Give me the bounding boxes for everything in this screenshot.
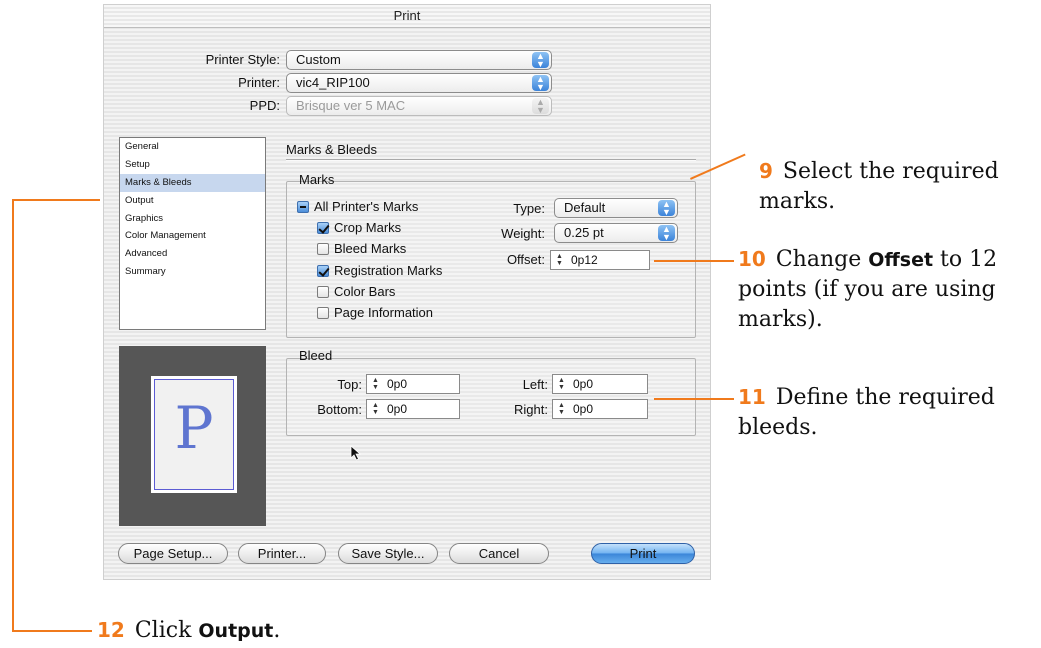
- weight-value: 0.25 pt: [564, 225, 604, 240]
- registration-marks-checkbox[interactable]: [317, 265, 329, 277]
- bleed-left-field[interactable]: ▲ ▼ 0p0: [552, 374, 648, 394]
- all-printers-marks-checkbox[interactable]: [297, 201, 309, 213]
- printer-button[interactable]: Printer...: [238, 543, 326, 564]
- ppd-value: Brisque ver 5 MAC: [296, 98, 406, 113]
- print-dialog: Print Printer Style: Custom ▲ ▼ Printer: …: [103, 4, 711, 580]
- ppd-label: PPD:: [249, 98, 280, 113]
- marks-group-title: Marks: [299, 172, 335, 187]
- callout-10-pre: Change: [775, 247, 869, 272]
- bleed-group: [286, 358, 696, 436]
- bleed-bottom-value: 0p0: [387, 402, 408, 416]
- category-item-color-management[interactable]: Color Management: [120, 227, 265, 245]
- ppd-popup: Brisque ver 5 MAC ▲ ▼: [286, 96, 552, 116]
- bleed-top-value: 0p0: [387, 377, 408, 391]
- printer-style-value: Custom: [296, 52, 341, 67]
- section-title: Marks & Bleeds: [286, 142, 378, 157]
- printer-label: Printer:: [238, 75, 280, 90]
- crop-marks-checkbox[interactable]: [317, 222, 329, 234]
- callout-10-number: 10: [738, 247, 766, 271]
- bleed-left-value: 0p0: [573, 377, 594, 391]
- type-value: Default: [564, 200, 606, 215]
- bleed-group-title: Bleed: [299, 348, 333, 363]
- popup-arrows-icon: ▲ ▼: [532, 98, 549, 115]
- printer-popup[interactable]: vic4_RIP100 ▲ ▼: [286, 73, 552, 93]
- stepper-icon[interactable]: ▲ ▼: [555, 402, 568, 416]
- callout-12-leader-bottom: [12, 630, 92, 632]
- save-style-button[interactable]: Save Style...: [338, 543, 438, 564]
- preview-letter: P: [174, 394, 214, 462]
- callout-10: 10 Change Offset to 12 points (if you are…: [738, 244, 1038, 335]
- callout-11-leader: [654, 398, 734, 400]
- callout-10-leader: [654, 260, 734, 262]
- category-item-advanced[interactable]: Advanced: [120, 245, 265, 263]
- category-item-general[interactable]: General: [120, 138, 265, 156]
- offset-field[interactable]: ▲ ▼ 0p12: [550, 250, 650, 270]
- callout-11: 11 Define the required bleeds.: [738, 382, 1033, 443]
- popup-arrows-icon: ▲ ▼: [532, 75, 549, 92]
- callout-11-number: 11: [738, 385, 766, 409]
- callout-12-number: 12: [97, 618, 125, 642]
- preview-page-bleed: P: [154, 379, 234, 490]
- stepper-icon[interactable]: ▲ ▼: [553, 253, 566, 267]
- section-divider: [286, 159, 696, 161]
- page-information-checkbox[interactable]: [317, 307, 329, 319]
- preview-page: P: [151, 376, 237, 493]
- dialog-title: Print: [104, 5, 710, 28]
- bleed-bottom-label: Bottom:: [317, 402, 362, 417]
- registration-marks-label: Registration Marks: [334, 263, 443, 278]
- callout-12-pre: Click: [134, 618, 199, 643]
- stepper-icon[interactable]: ▲ ▼: [555, 377, 568, 391]
- callout-12: 12 Click Output.: [97, 615, 497, 646]
- callout-12-bold: Output: [198, 620, 274, 642]
- color-bars-checkbox[interactable]: [317, 286, 329, 298]
- popup-arrows-icon: ▲ ▼: [658, 225, 675, 242]
- callout-9-number: 9: [759, 159, 773, 183]
- mouse-pointer-icon: [350, 445, 362, 461]
- category-item-marks-bleeds[interactable]: Marks & Bleeds: [120, 173, 265, 192]
- popup-arrows-icon: ▲ ▼: [658, 200, 675, 217]
- bleed-marks-checkbox[interactable]: [317, 243, 329, 255]
- category-item-output[interactable]: Output: [120, 192, 265, 210]
- category-item-setup[interactable]: Setup: [120, 156, 265, 174]
- bleed-left-label: Left:: [522, 377, 548, 392]
- printer-style-popup[interactable]: Custom ▲ ▼: [286, 50, 552, 70]
- page-preview: P: [119, 346, 266, 526]
- callout-12-leader-top: [12, 199, 100, 201]
- print-button[interactable]: Print: [591, 543, 695, 564]
- type-label: Type:: [513, 201, 545, 216]
- printer-value: vic4_RIP100: [296, 75, 370, 90]
- popup-arrows-icon: ▲ ▼: [532, 52, 549, 69]
- category-item-summary[interactable]: Summary: [120, 263, 265, 281]
- bleed-right-field[interactable]: ▲ ▼ 0p0: [552, 399, 648, 419]
- category-list[interactable]: General Setup Marks & Bleeds Output Grap…: [119, 137, 266, 330]
- weight-popup[interactable]: 0.25 pt ▲ ▼: [554, 223, 678, 243]
- page-information-label: Page Information: [334, 305, 434, 320]
- bleed-right-value: 0p0: [573, 402, 594, 416]
- bleed-bottom-field[interactable]: ▲ ▼ 0p0: [366, 399, 460, 419]
- offset-value: 0p12: [571, 253, 598, 267]
- cancel-button[interactable]: Cancel: [449, 543, 549, 564]
- callout-11-text: Define the required bleeds.: [738, 385, 995, 440]
- page-setup-button[interactable]: Page Setup...: [118, 543, 228, 564]
- type-popup[interactable]: Default ▲ ▼: [554, 198, 678, 218]
- callout-9: 9 Select the required marks.: [759, 156, 1029, 217]
- printer-style-label: Printer Style:: [205, 52, 280, 67]
- crop-marks-label: Crop Marks: [334, 220, 402, 235]
- bleed-marks-label: Bleed Marks: [334, 241, 407, 256]
- stepper-icon[interactable]: ▲ ▼: [369, 402, 382, 416]
- category-item-graphics[interactable]: Graphics: [120, 210, 265, 228]
- bleed-top-label: Top:: [337, 377, 362, 392]
- callout-10-bold: Offset: [868, 249, 934, 271]
- stepper-icon[interactable]: ▲ ▼: [369, 377, 382, 391]
- bleed-right-label: Right:: [514, 402, 548, 417]
- color-bars-label: Color Bars: [334, 284, 396, 299]
- bleed-top-field[interactable]: ▲ ▼ 0p0: [366, 374, 460, 394]
- callout-12-leader-vertical: [12, 199, 14, 632]
- all-printers-marks-label: All Printer's Marks: [314, 199, 419, 214]
- callout-9-text: Select the required marks.: [759, 159, 999, 214]
- weight-label: Weight:: [501, 226, 545, 241]
- offset-label: Offset:: [506, 252, 545, 267]
- callout-12-post: .: [273, 618, 281, 643]
